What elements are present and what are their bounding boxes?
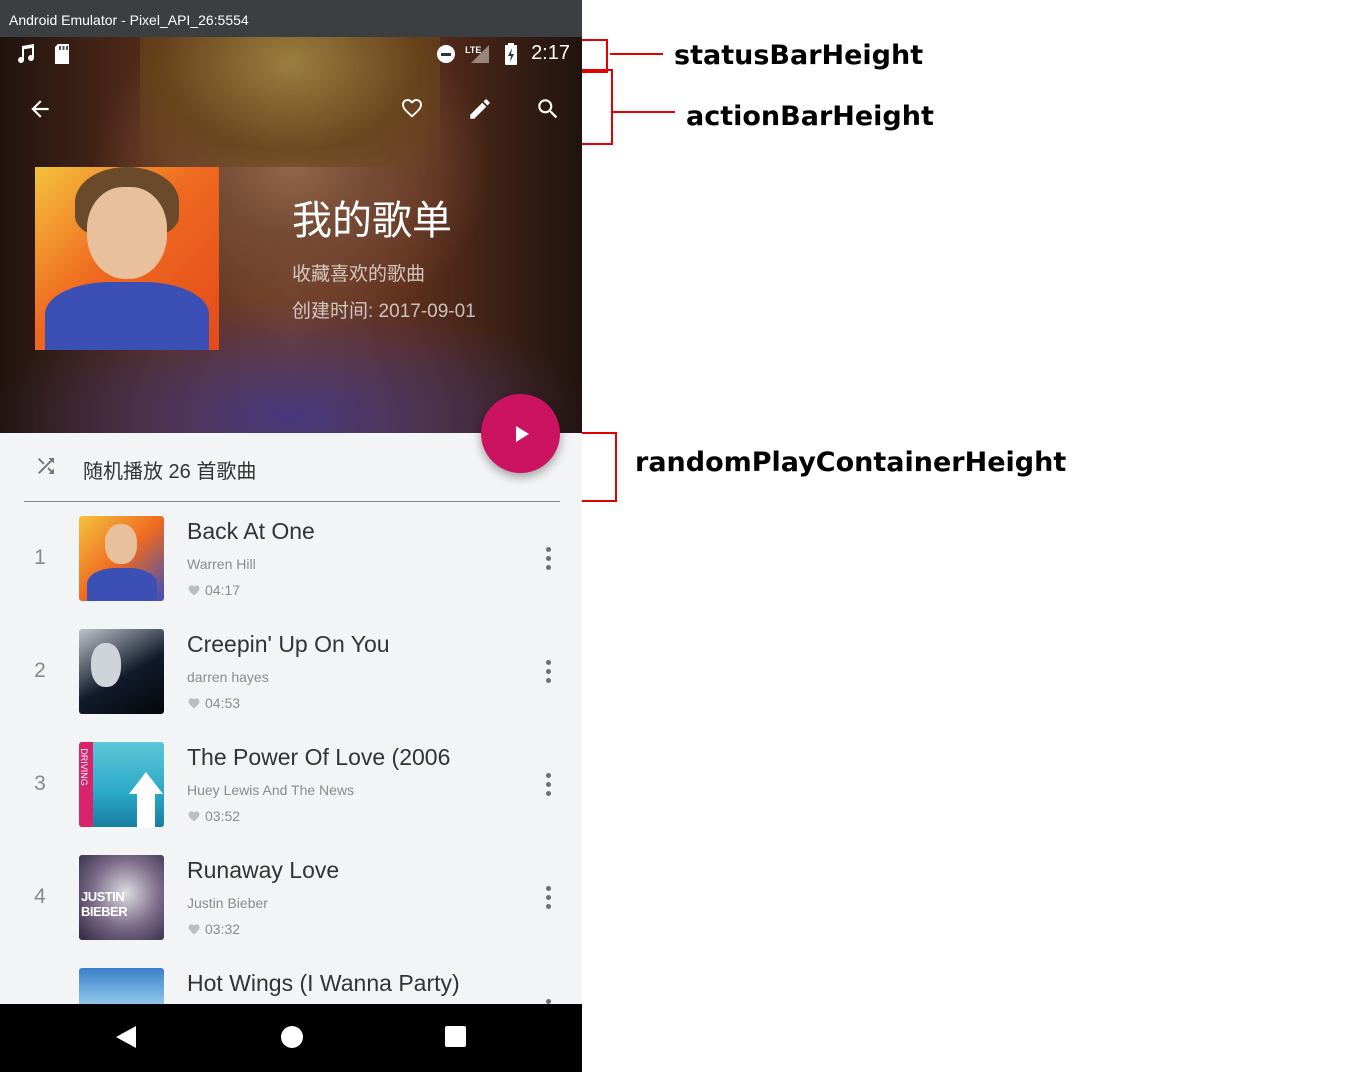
song-title: Runaway Love	[187, 857, 340, 883]
nav-back-button[interactable]	[116, 1026, 136, 1048]
emulator-title: Android Emulator - Pixel_API_26:5554	[9, 12, 249, 28]
song-duration: 03:52	[205, 808, 241, 824]
search-icon	[538, 99, 558, 119]
nav-recents-button[interactable]	[445, 1026, 466, 1047]
song-album-art	[79, 629, 164, 714]
action-bar-bracket	[582, 69, 613, 145]
song-title: The Power Of Love (2006	[187, 744, 451, 770]
heart-small-icon	[188, 585, 200, 596]
song-number: 4	[34, 885, 46, 908]
album-art-text: DRIVING	[79, 748, 89, 786]
random-play-bracket	[582, 432, 617, 502]
heart-small-icon	[188, 924, 200, 935]
heart-small-icon	[188, 811, 200, 822]
navigation-bar	[0, 1004, 582, 1072]
heart-small-icon	[188, 698, 200, 709]
album-art-text: JUSTIN BIEBER	[81, 889, 128, 919]
status-time: 2:17	[531, 42, 570, 64]
song-artist: Huey Lewis And The News	[187, 782, 355, 798]
playlist-title: 我的歌单	[292, 199, 452, 243]
music-note-icon	[16, 43, 36, 65]
song-number: 3	[34, 772, 46, 795]
playlist-created-date: 创建时间: 2017-09-01	[292, 301, 476, 322]
random-play-container[interactable]: 随机播放 26 首歌曲	[24, 433, 560, 502]
edit-pencil-icon	[470, 99, 490, 119]
action-bar-pointer	[613, 111, 675, 113]
playlist-description: 收藏喜欢的歌曲	[292, 264, 426, 285]
song-title: Back At One	[187, 518, 315, 544]
status-bar: LTE 2:17	[0, 37, 582, 71]
status-bar-pointer	[610, 53, 663, 55]
nav-home-button[interactable]	[281, 1026, 303, 1048]
play-all-button[interactable]	[481, 394, 560, 473]
heart-icon	[402, 99, 422, 118]
song-album-art	[79, 968, 164, 1004]
more-options-button[interactable]	[532, 655, 564, 687]
lte-signal-icon: LTE	[465, 43, 491, 65]
status-bar-height-label: statusBarHeight	[674, 40, 924, 71]
song-duration: 04:53	[205, 695, 241, 711]
song-artist: Warren Hill	[187, 556, 256, 572]
more-options-button[interactable]	[532, 542, 564, 574]
action-bar-height-label: actionBarHeight	[686, 101, 934, 132]
random-play-label: 随机播放 26 首歌曲	[83, 461, 257, 483]
search-button[interactable]	[524, 85, 572, 133]
song-row[interactable]: 1 Back At One Warren Hill 04:17	[0, 502, 582, 615]
song-row[interactable]: 2 Creepin' Up On You darren hayes 04:53	[0, 615, 582, 728]
play-icon	[515, 425, 529, 442]
song-row[interactable]: 3 DRIVING The Power Of Love (2006 Huey L…	[0, 728, 582, 841]
more-options-button[interactable]	[532, 994, 564, 1004]
shuffle-icon	[32, 454, 60, 483]
network-label: LTE	[465, 44, 482, 55]
phone-screen: LTE 2:17 我的歌单 收藏喜欢的歌曲 创建时间: 2017-09-01 随…	[0, 37, 582, 1072]
more-options-button[interactable]	[532, 768, 564, 800]
battery-charging-icon	[501, 42, 521, 65]
song-album-art: JUSTIN BIEBER	[79, 855, 164, 940]
playlist-cover-image	[35, 167, 219, 350]
song-duration: 04:17	[205, 582, 241, 598]
song-list: 1 Back At One Warren Hill 04:17 2 Creepi…	[0, 502, 582, 1004]
song-title: Hot Wings (I Wanna Party)	[187, 970, 460, 996]
song-album-art: DRIVING	[79, 742, 164, 827]
song-artist: Justin Bieber	[187, 895, 268, 911]
more-options-button[interactable]	[532, 881, 564, 913]
song-number: 2	[34, 659, 46, 682]
song-number: 1	[34, 546, 46, 569]
song-row[interactable]: 4 JUSTIN BIEBER Runaway Love Justin Bieb…	[0, 841, 582, 954]
sd-card-icon	[52, 43, 72, 65]
random-play-container-height-label: randomPlayContainerHeight	[635, 447, 1067, 478]
song-duration: 03:32	[205, 921, 241, 937]
emulator-title-bar: Android Emulator - Pixel_API_26:5554	[0, 0, 582, 37]
song-album-art	[79, 516, 164, 601]
back-arrow-icon	[31, 100, 49, 118]
action-bar	[0, 77, 582, 143]
back-button[interactable]	[16, 85, 64, 133]
song-title: Creepin' Up On You	[187, 631, 390, 657]
song-artist: darren hayes	[187, 669, 269, 685]
favorite-button[interactable]	[388, 85, 436, 133]
edit-button[interactable]	[456, 85, 504, 133]
song-row[interactable]: Hot Wings (I Wanna Party)	[0, 954, 582, 1004]
status-bar-bracket	[582, 39, 608, 73]
playlist-header: LTE 2:17 我的歌单 收藏喜欢的歌曲 创建时间: 2017-09-01	[0, 37, 582, 433]
do-not-disturb-icon	[437, 44, 456, 63]
